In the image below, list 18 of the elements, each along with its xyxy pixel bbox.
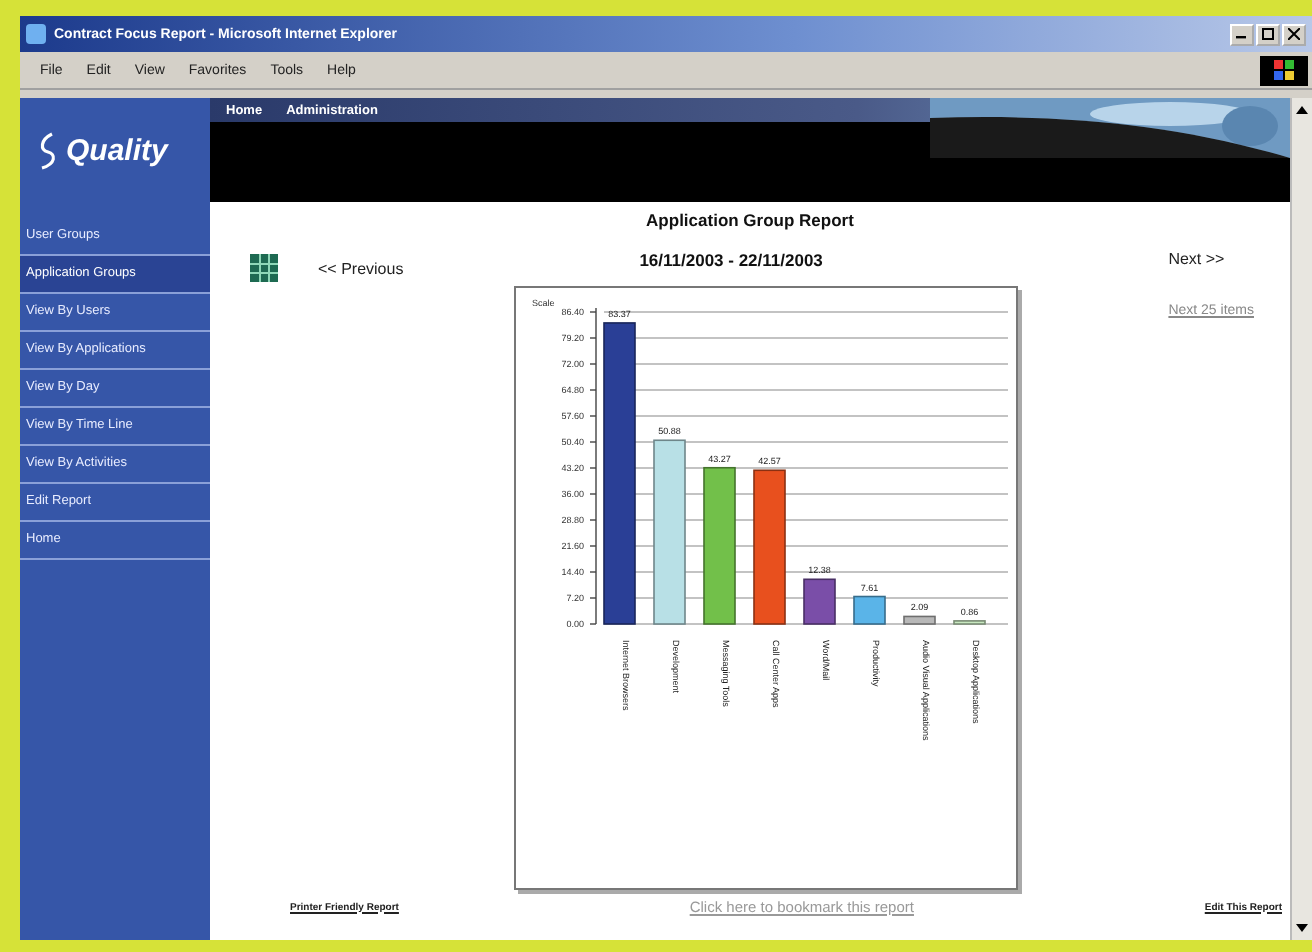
maximize-icon[interactable] bbox=[1262, 28, 1274, 40]
browser-icon bbox=[26, 24, 46, 44]
windows-logo-icon bbox=[1260, 55, 1308, 85]
next-link[interactable]: Next >> bbox=[1168, 250, 1225, 268]
scroll-up-icon[interactable] bbox=[1294, 102, 1310, 118]
grid-icon bbox=[250, 254, 278, 282]
previous-link[interactable]: << Previous bbox=[318, 260, 404, 278]
scroll-down-icon[interactable] bbox=[1294, 920, 1310, 936]
bar bbox=[953, 620, 986, 625]
scrollbar[interactable] bbox=[1290, 98, 1312, 940]
close-icon[interactable] bbox=[1288, 28, 1300, 40]
logo-text: Quality bbox=[66, 133, 168, 167]
bar bbox=[803, 578, 836, 625]
report-title: Application Group Report bbox=[644, 210, 856, 230]
swirl-icon bbox=[36, 130, 60, 170]
bar bbox=[903, 615, 936, 625]
date-range: 16/11/2003 - 22/11/2003 bbox=[639, 250, 823, 270]
bar bbox=[853, 595, 886, 625]
